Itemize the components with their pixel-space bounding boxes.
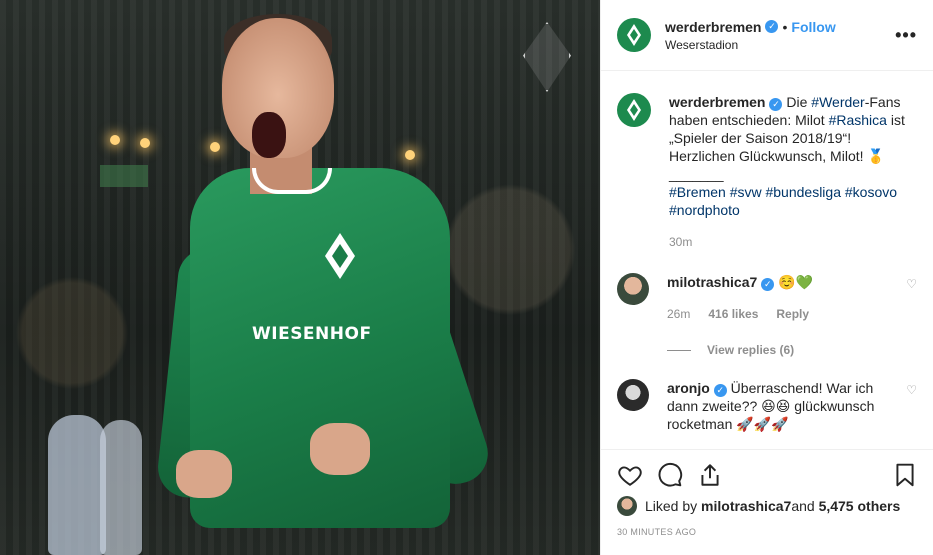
author-username[interactable]: werderbremen [665,19,761,35]
open-mouth [252,112,286,158]
like-heart-icon[interactable] [617,462,643,488]
caption-separator: _______ [669,166,724,182]
caption-avatar[interactable] [617,93,651,127]
liked-by-prefix: Liked by [645,498,698,514]
action-icons [617,456,918,494]
caption-text: Die [786,94,812,110]
share-icon[interactable] [697,462,723,488]
verified-icon: ✓ [713,384,727,397]
hashtag-link[interactable]: #Rashica [829,112,887,128]
comment-meta: 26m 416 likes Reply [667,305,903,323]
comment-text: ☺️💚 [778,274,814,290]
commenter-avatar[interactable] [617,273,649,305]
liked-by-others[interactable]: 5,475 others [819,498,901,514]
author-avatar[interactable] [617,18,651,52]
post-photo[interactable]: WIESENHOF [0,0,600,555]
left-fist [176,450,232,498]
author-info: werderbremen ✓ • Follow Weserstadion [665,19,895,52]
scoreboard [100,165,148,187]
post-header: werderbremen ✓ • Follow Weserstadion ••• [601,0,933,71]
hashtag-link[interactable]: #Werder [811,94,864,110]
verified-icon: ✓ [765,20,779,33]
comment-username[interactable]: aronjo [667,380,710,396]
background-player [48,415,106,555]
comment-likes[interactable]: 416 likes [708,305,758,323]
follow-button[interactable]: Follow [791,19,835,35]
post-timestamp[interactable]: 30 MINUTES AGO [617,527,918,537]
post-sidebar: werderbremen ✓ • Follow Weserstadion •••… [600,0,933,555]
stadium-light [140,138,150,148]
stadium-light [110,135,120,145]
more-options-icon[interactable]: ••• [895,25,917,46]
comments-list[interactable]: werderbremen ✓ Die #Werder-Fans haben ent… [601,71,933,449]
verified-icon: ✓ [761,278,775,291]
like-comment-heart-icon[interactable]: ♡ [903,383,917,433]
instagram-post: WIESENHOF werderbremen ✓ • Follow Wesers… [0,0,933,555]
location-link[interactable]: Weserstadion [665,38,895,52]
right-fist [310,423,370,475]
view-replies-label: View replies (6) [707,343,795,357]
reply-button[interactable]: Reply [776,305,809,323]
like-comment-heart-icon[interactable]: ♡ [903,277,917,323]
comment-body: milotrashica7 ✓ ☺️💚 26m 416 likes Reply [667,273,903,323]
comment: aronjo ✓ Überraschend! War ich dann zweit… [617,357,917,433]
caption-meta: 30m [669,233,917,251]
commenter-avatar[interactable] [617,379,649,411]
jersey-sponsor: WIESENHOF [252,324,372,344]
comment-time: 26m [667,307,691,321]
comment: milotrashica7 ✓ ☺️💚 26m 416 likes Reply ♡ [617,251,917,323]
liked-by-avatar[interactable] [617,496,637,516]
liked-by-and: and [791,498,815,514]
caption-username[interactable]: werderbremen [669,94,765,110]
background-player [100,420,142,555]
comment-body: aronjo ✓ Überraschend! War ich dann zweit… [667,379,903,433]
caption: werderbremen ✓ Die #Werder-Fans haben ent… [617,71,917,251]
liked-by: Liked by milotrashica7 and 5,475 others [617,496,918,516]
bookmark-icon[interactable] [892,462,918,488]
celebrating-player: WIESENHOF [155,14,496,555]
caption-body: werderbremen ✓ Die #Werder-Fans haben ent… [669,93,917,251]
comment-bubble-icon[interactable] [657,462,683,488]
replies-line [667,349,691,351]
caption-hashtags[interactable]: #Bremen #svw #bundesliga #kosovo #nordph… [669,183,917,219]
post-actions: Liked by milotrashica7 and 5,475 others … [601,449,933,537]
comment-username[interactable]: milotrashica7 [667,274,757,290]
caption-time: 30m [669,235,693,249]
verified-icon: ✓ [769,98,783,111]
separator-dot: • [782,18,788,35]
view-replies-button[interactable]: View replies (6) [667,343,917,357]
liked-by-user[interactable]: milotrashica7 [701,498,791,514]
